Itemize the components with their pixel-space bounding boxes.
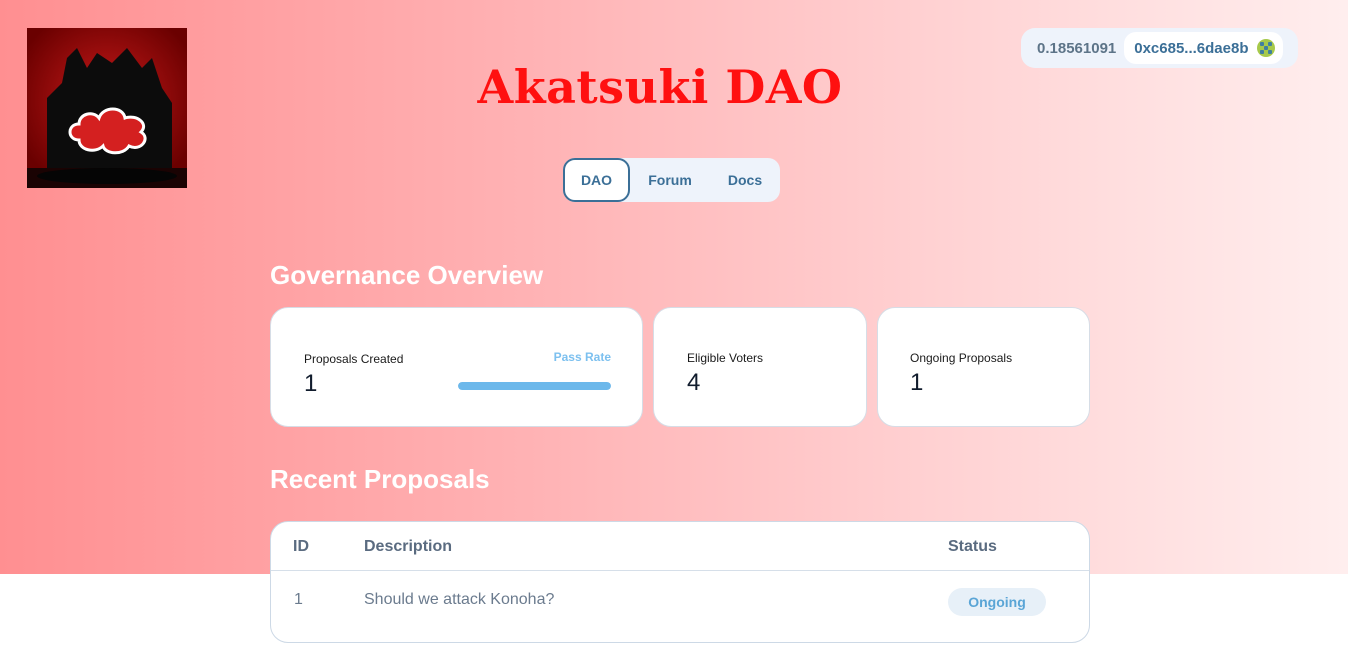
governance-overview-heading: Governance Overview xyxy=(270,260,544,290)
page-title: Akatsuki DAO xyxy=(477,60,843,114)
wallet-widget: 0.18561091 0xc685...6dae8b xyxy=(1021,28,1298,68)
pass-rate-label: Pass Rate xyxy=(553,350,611,364)
pass-rate-bar xyxy=(458,382,611,390)
account-button[interactable]: 0xc685...6dae8b xyxy=(1124,32,1283,64)
wallet-address: 0xc685...6dae8b xyxy=(1134,39,1249,57)
ongoing-proposals-label: Ongoing Proposals xyxy=(910,351,1013,365)
eligible-voters-value: 4 xyxy=(687,369,701,396)
pass-rate-fill xyxy=(458,382,611,390)
proposals-created-label: Proposals Created xyxy=(304,352,404,366)
proposals-created-card: Proposals Created 1 Pass Rate xyxy=(270,307,643,427)
wallet-balance: 0.18561091 xyxy=(1037,39,1117,57)
header-divider xyxy=(271,570,1089,571)
tab-dao[interactable]: DAO xyxy=(563,158,630,202)
tab-docs[interactable]: Docs xyxy=(709,158,781,202)
proposals-table: ID Description Status 1 Should we attack… xyxy=(270,521,1090,643)
recent-proposals-heading: Recent Proposals xyxy=(270,464,490,494)
eligible-voters-label: Eligible Voters xyxy=(687,351,764,365)
proposals-created-value: 1 xyxy=(304,370,318,397)
identicon-avatar-icon xyxy=(1256,39,1275,57)
eligible-voters-card: Eligible Voters 4 xyxy=(653,307,867,427)
ongoing-proposals-card: Ongoing Proposals 1 xyxy=(877,307,1090,427)
proposal-id: 1 xyxy=(294,591,303,608)
column-header-description: Description xyxy=(364,538,453,555)
main-nav: DAO Forum Docs xyxy=(563,158,780,202)
status-badge: Ongoing xyxy=(948,588,1046,616)
proposal-description[interactable]: Should we attack Konoha? xyxy=(364,591,554,609)
column-header-status: Status xyxy=(948,538,997,555)
column-header-id: ID xyxy=(293,538,309,555)
ongoing-proposals-value: 1 xyxy=(910,369,924,396)
tab-forum[interactable]: Forum xyxy=(635,158,705,202)
